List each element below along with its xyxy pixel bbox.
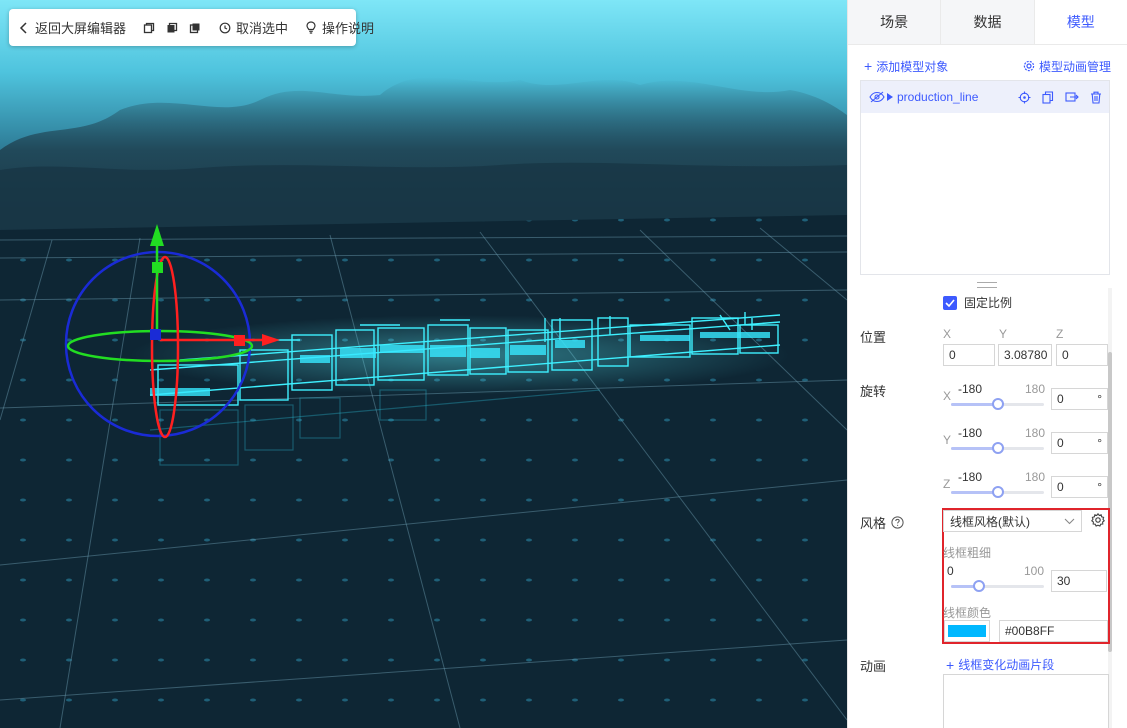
position-z-label: Z xyxy=(1056,327,1064,341)
rotation-y-input[interactable]: 0 ° xyxy=(1051,432,1108,454)
add-model-button[interactable]: + 添加模型对象 xyxy=(864,58,948,75)
wire-color-label: 线框颜色 xyxy=(943,606,992,620)
model-tree: production_line xyxy=(860,80,1110,275)
fixed-ratio-label: 固定比例 xyxy=(964,296,1013,310)
deselect-label: 取消选中 xyxy=(236,21,289,36)
slider-knob[interactable] xyxy=(991,442,1004,454)
rotation-z-max: 180 xyxy=(1025,470,1046,484)
model-animation-manage-button[interactable]: 模型动画管理 xyxy=(1023,58,1111,75)
position-y-input[interactable]: 3.08780 xyxy=(998,344,1052,366)
plus-icon: + xyxy=(864,58,873,74)
add-model-label: 添加模型对象 xyxy=(876,59,949,74)
chevron-left-icon xyxy=(17,21,31,35)
help-button[interactable]: 操作说明 xyxy=(304,18,374,37)
gizmo-handle-x[interactable] xyxy=(234,335,245,346)
rotation-z-input[interactable]: 0 ° xyxy=(1051,476,1108,498)
duplicate-icon[interactable] xyxy=(188,21,202,35)
wire-thickness-input[interactable]: 30 xyxy=(1051,570,1107,592)
wire-thickness-min: 0 xyxy=(947,564,954,578)
rotation-y-value: 0 xyxy=(1057,436,1064,450)
crosshair-icon[interactable] xyxy=(1017,90,1031,104)
panel-tabs: 场景 数据 模型 xyxy=(848,0,1127,45)
style-label-group: 风格 xyxy=(860,513,904,532)
deselect-button[interactable]: 取消选中 xyxy=(218,18,288,37)
tab-model[interactable]: 模型 xyxy=(1034,0,1127,44)
checkbox-checked-icon xyxy=(943,295,957,310)
rotation-z-value: 0 xyxy=(1057,480,1064,494)
export-icon[interactable] xyxy=(1065,90,1079,104)
resize-handle[interactable] xyxy=(977,282,997,288)
rotation-z-axis-label: Z xyxy=(943,477,951,491)
target-clock-icon xyxy=(218,21,232,35)
gizmo-handle-z[interactable] xyxy=(150,329,161,340)
rotation-z-slider[interactable] xyxy=(951,486,1044,498)
rotation-y-min: -180 xyxy=(958,426,983,440)
animation-label: 动画 xyxy=(860,659,887,674)
copy-icon[interactable] xyxy=(1041,90,1055,104)
property-panel: 场景 数据 模型 + 添加模型对象 模型动画管理 production_line xyxy=(847,0,1127,728)
wire-color-swatch[interactable] xyxy=(944,620,990,642)
eye-off-icon[interactable] xyxy=(869,91,885,103)
rotation-z-min: -180 xyxy=(958,470,983,484)
rotation-label: 旋转 xyxy=(860,384,887,399)
wire-thickness-max: 100 xyxy=(1024,564,1045,578)
wire-thickness-slider[interactable] xyxy=(951,580,1044,592)
rotation-y-max: 180 xyxy=(1025,426,1046,440)
back-to-editor-label: 返回大屏编辑器 xyxy=(35,21,127,36)
tab-scene[interactable]: 场景 xyxy=(848,0,942,44)
scene-canvas[interactable] xyxy=(0,0,847,728)
wire-color-input[interactable]: #00B8FF xyxy=(999,620,1108,642)
lightbulb-icon xyxy=(304,21,318,35)
question-circle-icon[interactable] xyxy=(891,516,904,529)
plus-icon: + xyxy=(946,656,955,673)
rotation-x-max: 180 xyxy=(1025,382,1046,396)
tree-item-name: production_line xyxy=(897,90,979,104)
slider-knob[interactable] xyxy=(972,580,985,592)
position-x-label: X xyxy=(943,327,952,341)
caret-right-icon[interactable] xyxy=(887,93,893,101)
tree-item[interactable]: production_line xyxy=(861,81,1109,113)
chevron-down-icon xyxy=(1064,518,1075,525)
3d-viewport[interactable]: 返回大屏编辑器 取消选中 操作说明 xyxy=(0,0,847,728)
model-animation-manage-label: 模型动画管理 xyxy=(1038,59,1111,74)
gear-icon xyxy=(1023,60,1035,72)
add-wire-animation-button[interactable]: + 线框变化动画片段 xyxy=(946,656,1054,673)
position-x-input[interactable]: 0 xyxy=(943,344,995,366)
degree-unit: ° xyxy=(1097,480,1102,494)
position-y-label: Y xyxy=(999,327,1008,341)
color-preview xyxy=(948,625,986,637)
rotation-x-input[interactable]: 0 ° xyxy=(1051,388,1108,410)
tab-data[interactable]: 数据 xyxy=(941,0,1035,44)
back-to-editor-button[interactable]: 返回大屏编辑器 xyxy=(17,18,126,37)
gear-icon[interactable] xyxy=(1091,513,1105,527)
copy-icon[interactable] xyxy=(142,21,156,35)
degree-unit: ° xyxy=(1097,392,1102,406)
style-select[interactable]: 线框风格(默认) xyxy=(943,510,1082,532)
add-wire-animation-label: 线框变化动画片段 xyxy=(958,658,1055,672)
style-label: 风格 xyxy=(860,516,887,531)
gizmo-handle-y[interactable] xyxy=(152,262,163,273)
rotation-x-axis-label: X xyxy=(943,389,952,403)
rotation-y-axis-label: Y xyxy=(943,433,952,447)
viewport-toolbar: 返回大屏编辑器 取消选中 操作说明 xyxy=(9,9,374,46)
stack-icon[interactable] xyxy=(165,21,179,35)
slider-knob[interactable] xyxy=(991,486,1004,498)
position-z-input[interactable]: 0 xyxy=(1056,344,1108,366)
rotation-x-min: -180 xyxy=(958,382,983,396)
rotation-y-slider[interactable] xyxy=(951,442,1044,454)
animation-clip-list[interactable] xyxy=(943,674,1109,728)
style-select-value: 线框风格(默认) xyxy=(950,514,1030,529)
degree-unit: ° xyxy=(1097,436,1102,450)
help-label: 操作说明 xyxy=(322,21,375,36)
fixed-ratio-checkbox[interactable]: 固定比例 xyxy=(943,294,1012,311)
trash-icon[interactable] xyxy=(1089,90,1103,104)
position-label: 位置 xyxy=(860,330,887,345)
slider-knob[interactable] xyxy=(991,398,1004,410)
wire-thickness-label: 线框粗细 xyxy=(943,546,992,560)
rotation-x-slider[interactable] xyxy=(951,398,1044,410)
rotation-x-value: 0 xyxy=(1057,392,1064,406)
